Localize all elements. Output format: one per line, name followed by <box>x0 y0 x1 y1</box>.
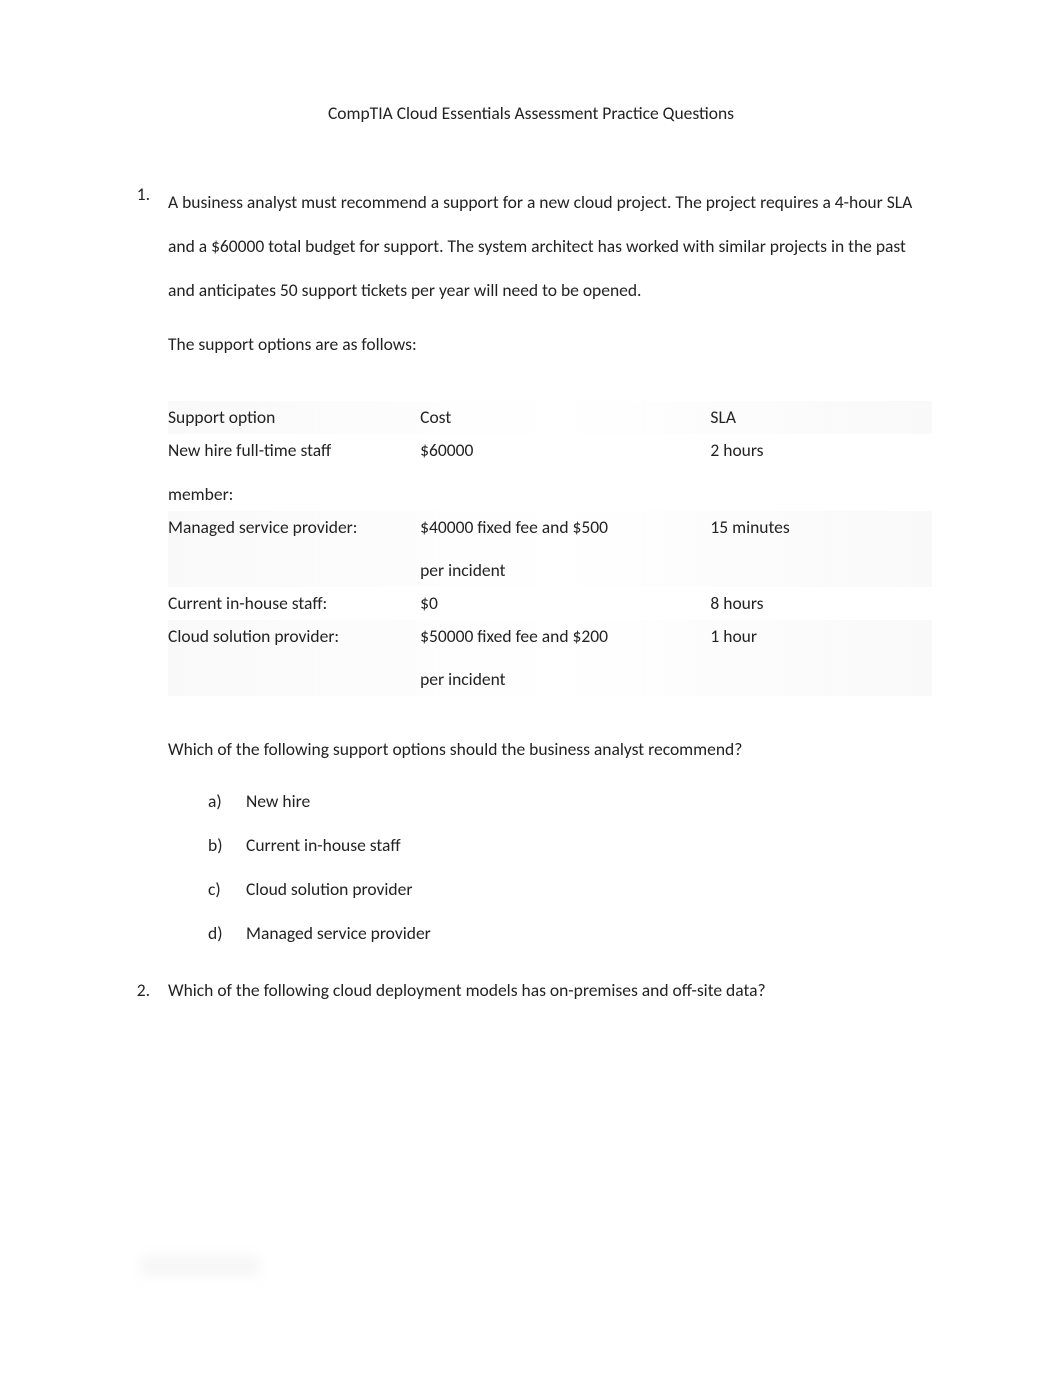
table-row: Cloud solution provider: $50000 fixed fe… <box>168 620 932 696</box>
document-title: CompTIA Cloud Essentials Assessment Prac… <box>130 100 932 126</box>
row-4-cost: $50000 fixed fee and $200per incident <box>420 620 710 696</box>
table-header-row: Support option Cost SLA <box>168 401 932 434</box>
option-b-letter: b) <box>208 832 246 858</box>
row-3-option: Current in-house staff: <box>168 587 420 620</box>
row-4-sla: 1 hour <box>710 620 932 696</box>
row-2-option: Managed service provider: <box>168 511 420 587</box>
option-c: c) Cloud solution provider <box>208 876 932 902</box>
question-1-number: 1. <box>130 181 168 207</box>
row-1-sla: 2 hours <box>710 434 932 510</box>
row-2-cost: $40000 fixed fee and $500per incident <box>420 511 710 587</box>
option-a-letter: a) <box>208 788 246 814</box>
footer-blur-decoration <box>140 1255 260 1277</box>
header-cost: Cost <box>420 401 710 434</box>
question-1-text: A business analyst must recommend a supp… <box>168 181 932 312</box>
row-4-option: Cloud solution provider: <box>168 620 420 696</box>
option-b: b) Current in-house staff <box>208 832 932 858</box>
question-2-number: 2. <box>130 977 168 1003</box>
support-options-table: Support option Cost SLA New hire full-ti… <box>168 401 932 696</box>
question-2-text: Which of the following cloud deployment … <box>168 977 932 1003</box>
table-row: Managed service provider: $40000 fixed f… <box>168 511 932 587</box>
row-3-sla: 8 hours <box>710 587 932 620</box>
option-c-text: Cloud solution provider <box>246 876 932 902</box>
row-3-cost: $0 <box>420 587 710 620</box>
option-b-text: Current in-house staff <box>246 832 932 858</box>
header-support-option: Support option <box>168 401 420 434</box>
row-1-option: New hire full-time staffmember: <box>168 434 420 510</box>
question-2: 2. Which of the following cloud deployme… <box>130 977 932 1003</box>
question-1-options: a) New hire b) Current in-house staff c)… <box>208 788 932 947</box>
row-2-sla: 15 minutes <box>710 511 932 587</box>
option-d-text: Managed service provider <box>246 920 932 946</box>
question-1-followup: Which of the following support options s… <box>168 736 932 762</box>
option-d-letter: d) <box>208 920 246 946</box>
option-c-letter: c) <box>208 876 246 902</box>
option-d: d) Managed service provider <box>208 920 932 946</box>
option-a-text: New hire <box>246 788 932 814</box>
table-row: New hire full-time staffmember: $60000 2… <box>168 434 932 510</box>
header-sla: SLA <box>710 401 932 434</box>
option-a: a) New hire <box>208 788 932 814</box>
question-1-intro: The support options are as follows: <box>168 323 932 367</box>
question-1: 1. A business analyst must recommend a s… <box>130 181 932 946</box>
row-1-cost: $60000 <box>420 434 710 510</box>
table-row: Current in-house staff: $0 8 hours <box>168 587 932 620</box>
